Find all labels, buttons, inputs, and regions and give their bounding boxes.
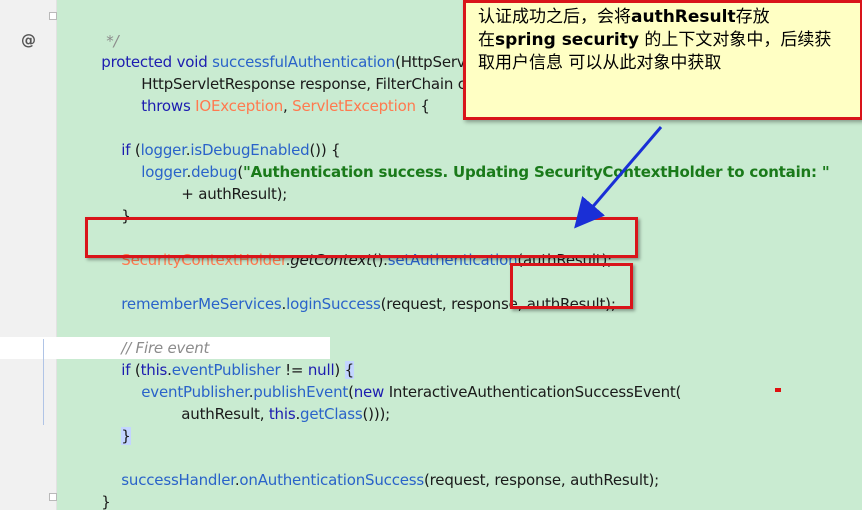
highlight-box-set-authentication	[85, 217, 638, 258]
code-line-close-brace[interactable]: }	[103, 183, 131, 225]
code-line-close-method[interactable]: }	[83, 469, 111, 510]
callout-line-2: 在spring security 的上下文对象中，后续获	[478, 30, 832, 50]
error-marker	[775, 388, 781, 392]
override-annotation-icon[interactable]: @	[21, 30, 36, 50]
code-line-publish-event[interactable]: eventPublisher.publishEvent(new Interact…	[123, 359, 681, 401]
callout-line-1: 认证成功之后，会将authResult存放	[478, 7, 770, 27]
callout-line-3: 取用户信息 可以从此对象中获取	[478, 53, 722, 73]
caret-indent-guide	[43, 339, 44, 425]
fold-marker-icon[interactable]	[49, 12, 57, 20]
code-line-comment-end[interactable]: */	[88, 8, 118, 50]
code-line-signature-params[interactable]: HttpServletResponse response, FilterChai…	[123, 51, 475, 93]
code-line-fire-event-comment[interactable]: // Fire event	[103, 315, 209, 357]
window-bottom-edge	[0, 510, 862, 515]
code-line-if-debug[interactable]: if (logger.isDebugEnabled()) {	[103, 117, 340, 159]
code-line-success-handler[interactable]: successHandler.onAuthenticationSuccess(r…	[103, 447, 659, 489]
code-line-event-args[interactable]: authResult, this.getClass()));	[163, 381, 390, 423]
code-line-debug-concat[interactable]: + authResult);	[163, 161, 287, 203]
code-line-close-brace[interactable]: }	[103, 403, 131, 445]
editor-gutter[interactable]	[0, 0, 57, 510]
code-line-throws[interactable]: throws IOException, ServletException {	[123, 73, 430, 115]
fold-marker-icon[interactable]	[49, 493, 57, 501]
highlight-box-auth-result	[510, 263, 633, 309]
code-line-method-signature[interactable]: protected void successfulAuthentication(…	[83, 29, 469, 71]
code-line-if-event-publisher[interactable]: if (this.eventPublisher != null) {	[103, 337, 354, 379]
code-line-logger-debug[interactable]: logger.debug("Authentication success. Up…	[123, 139, 829, 181]
annotation-callout: 认证成功之后，会将authResult存放 在spring security 的…	[463, 0, 862, 120]
